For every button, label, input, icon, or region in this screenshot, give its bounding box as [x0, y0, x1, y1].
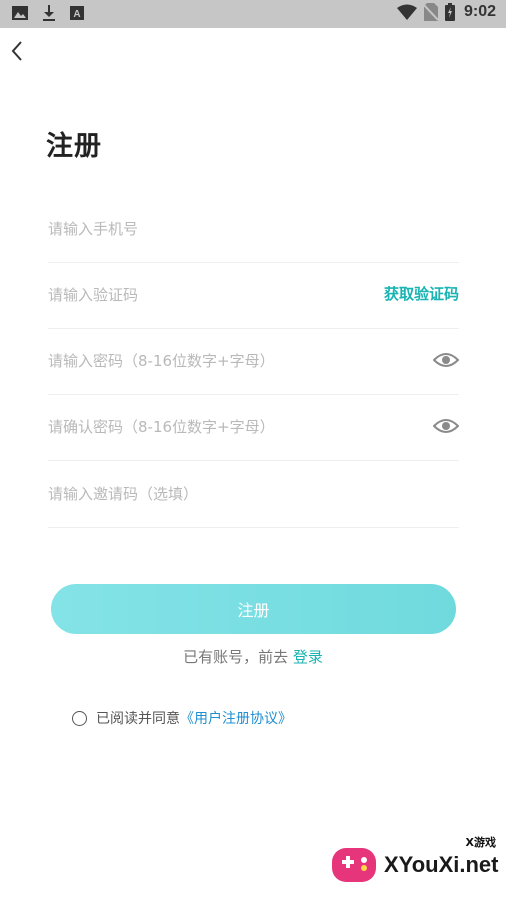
download-icon: [43, 5, 55, 21]
status-bar: A 9:02: [0, 0, 506, 28]
register-button[interactable]: 注册: [51, 584, 456, 634]
password-input[interactable]: [48, 348, 368, 374]
phone-input[interactable]: [48, 216, 368, 242]
password-field: [48, 328, 459, 395]
login-prompt: 已有账号，前去 登录: [0, 646, 506, 667]
phone-field: [48, 196, 459, 263]
eye-icon[interactable]: [433, 350, 459, 370]
confirm-password-input[interactable]: [48, 414, 368, 440]
chevron-left-icon: [11, 41, 22, 61]
register-screen: A 9:02 注册 请输入手机号 请输入验证码 获取验证码 请输入邀请码（选填）…: [0, 0, 506, 900]
get-code-button[interactable]: 获取验证码: [384, 283, 459, 304]
font-icon: A: [70, 6, 84, 20]
login-prompt-text: 已有账号，前去: [183, 648, 293, 666]
eye-icon[interactable]: [433, 416, 459, 436]
battery-icon: [444, 3, 455, 21]
status-time: 9:02: [463, 3, 496, 20]
status-right-icons: 9:02: [396, 3, 496, 21]
agreement-row: 已阅读并同意 《用户注册协议》: [72, 708, 292, 728]
back-button[interactable]: [4, 36, 30, 66]
agreement-link[interactable]: 《用户注册协议》: [180, 708, 292, 728]
svg-text:A: A: [73, 9, 80, 20]
agreement-radio[interactable]: [72, 710, 87, 726]
confirm-password-field: [48, 394, 459, 461]
status-left-icons: A: [12, 5, 84, 21]
watermark-logo: X游戏 XYouXi.net: [328, 832, 500, 892]
code-input[interactable]: [48, 282, 368, 308]
code-field: 获取验证码: [48, 262, 459, 329]
watermark-top-label: X游戏: [465, 836, 496, 849]
wifi-icon: [396, 4, 417, 20]
page-title: 注册: [46, 131, 102, 162]
image-icon: [12, 6, 28, 20]
login-link[interactable]: 登录: [293, 648, 323, 666]
no-sim-icon: [423, 3, 438, 21]
invite-field: [48, 461, 459, 528]
invite-input[interactable]: [48, 481, 368, 507]
agreement-text: 已阅读并同意: [96, 711, 180, 727]
watermark-brand: XYouXi.net: [384, 852, 499, 877]
gamepad-logo-icon: [332, 848, 376, 882]
